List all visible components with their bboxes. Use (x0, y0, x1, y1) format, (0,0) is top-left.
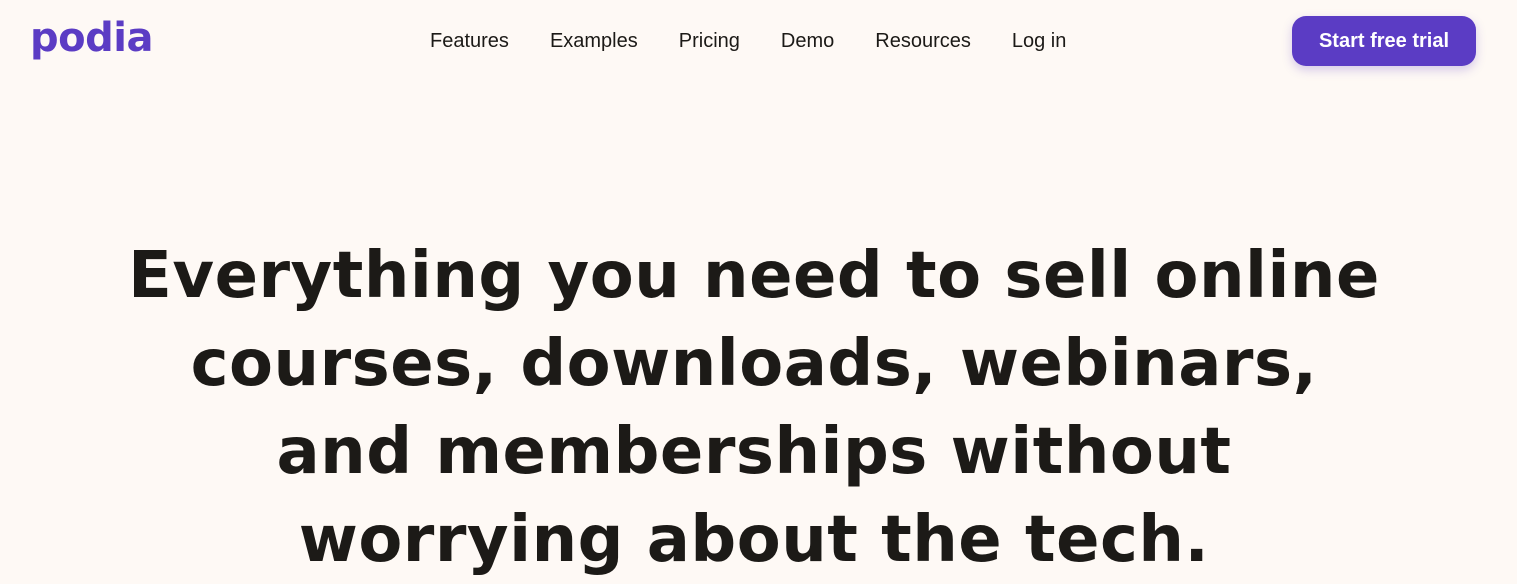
nav-resources[interactable]: Resources (875, 28, 971, 54)
hero-line: courses, downloads, webinars, (190, 327, 1318, 401)
nav-demo[interactable]: Demo (781, 28, 834, 54)
nav-log-in[interactable]: Log in (1012, 28, 1067, 54)
main-nav: Features Examples Pricing Demo Resources… (430, 28, 1106, 54)
nav-examples[interactable]: Examples (550, 28, 638, 54)
hero-line: Everything you need to sell online (128, 239, 1380, 313)
hero-line: worrying about the tech. (298, 503, 1210, 577)
hero-headline: Everything you need to sell online cours… (0, 232, 1508, 584)
nav-pricing[interactable]: Pricing (679, 28, 740, 54)
hero-line: and memberships without (276, 415, 1232, 489)
start-free-trial-button[interactable]: Start free trial (1292, 16, 1476, 66)
nav-features[interactable]: Features (430, 28, 509, 54)
podia-logo[interactable]: podia (30, 14, 153, 62)
